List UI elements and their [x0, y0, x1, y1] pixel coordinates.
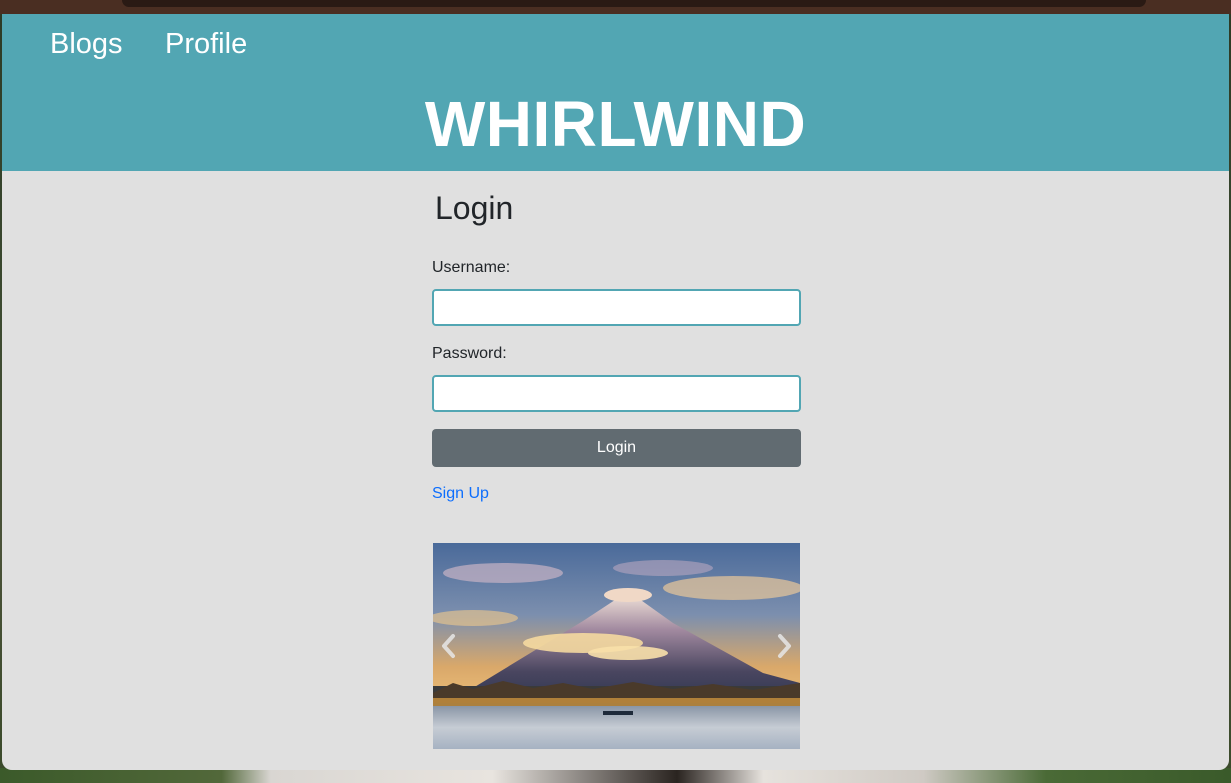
nav-profile-link[interactable]: Profile	[165, 28, 247, 61]
browser-toolbar-edge	[122, 0, 1146, 7]
desktop-background	[0, 768, 1231, 783]
login-heading: Login	[435, 190, 514, 226]
mountain-landscape-image	[433, 543, 800, 749]
browser-top-strip	[0, 0, 1231, 14]
image-carousel	[433, 543, 800, 749]
password-label: Password:	[432, 345, 507, 362]
password-input[interactable]	[432, 375, 801, 412]
app-window: Blogs Profile WHIRLWIND Login Username: …	[2, 14, 1229, 770]
chevron-right-icon[interactable]	[772, 631, 796, 661]
username-input[interactable]	[432, 289, 801, 326]
chevron-left-icon[interactable]	[437, 631, 461, 661]
nav-blogs-link[interactable]: Blogs	[50, 28, 123, 61]
site-title: WHIRLWIND	[424, 88, 807, 160]
login-button[interactable]: Login	[432, 429, 801, 467]
signup-link[interactable]: Sign Up	[432, 485, 489, 503]
username-label: Username:	[432, 259, 511, 276]
site-header: Blogs Profile WHIRLWIND	[2, 14, 1229, 171]
